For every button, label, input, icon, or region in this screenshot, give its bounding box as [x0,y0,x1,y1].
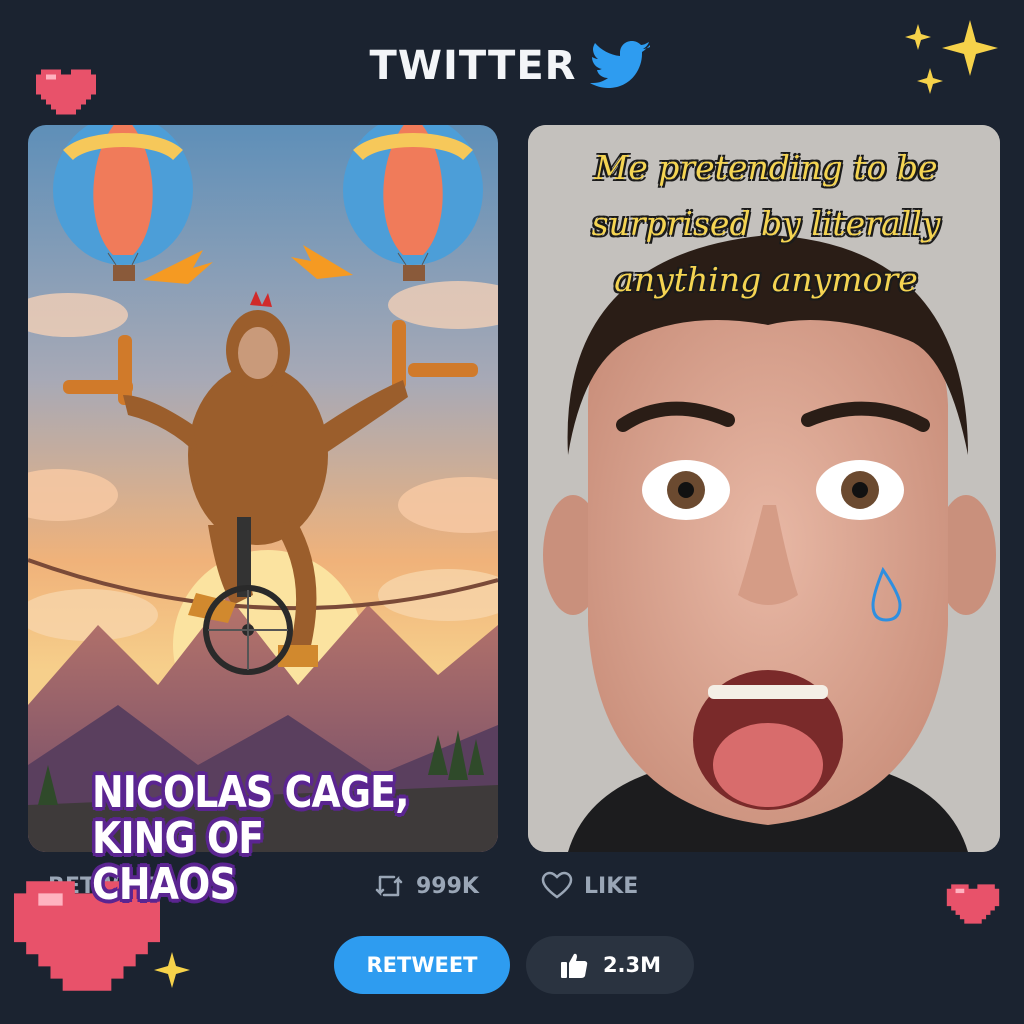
heart-outline-icon [541,871,573,899]
sparkles-icon [905,20,998,94]
left-caption-text: NICOLAS CAGE, KING OF CHAOS [92,767,410,910]
sparkle-icon [154,952,190,988]
pixel-heart-small-icon [946,884,1000,924]
right-caption-text: Me pretending to be surprised by literal… [591,148,941,299]
unicycle-scene-image [28,125,498,852]
likes-count: 2.3M [602,953,662,977]
right-post-caption: Me pretending to be surprised by literal… [546,140,986,308]
likes-button[interactable]: 2.3M [526,936,694,994]
like-label: LIKE [584,873,639,899]
app-header: TWITTER [0,36,1024,96]
thumbs-up-icon [560,953,588,978]
retweet-button-label: RETWEET [366,953,478,977]
left-post-caption: NICOLAS CAGE, KING OF CHAOS [92,770,419,908]
bird-icon [590,41,651,88]
retweet-button[interactable]: RETWEET [334,936,510,994]
left-post-image[interactable] [28,125,498,852]
pixel-heart-icon [36,69,96,115]
like-stat[interactable]: LIKE [540,866,638,906]
retweet-count: 999K [416,873,479,899]
app-title: TWITTER [369,43,577,89]
